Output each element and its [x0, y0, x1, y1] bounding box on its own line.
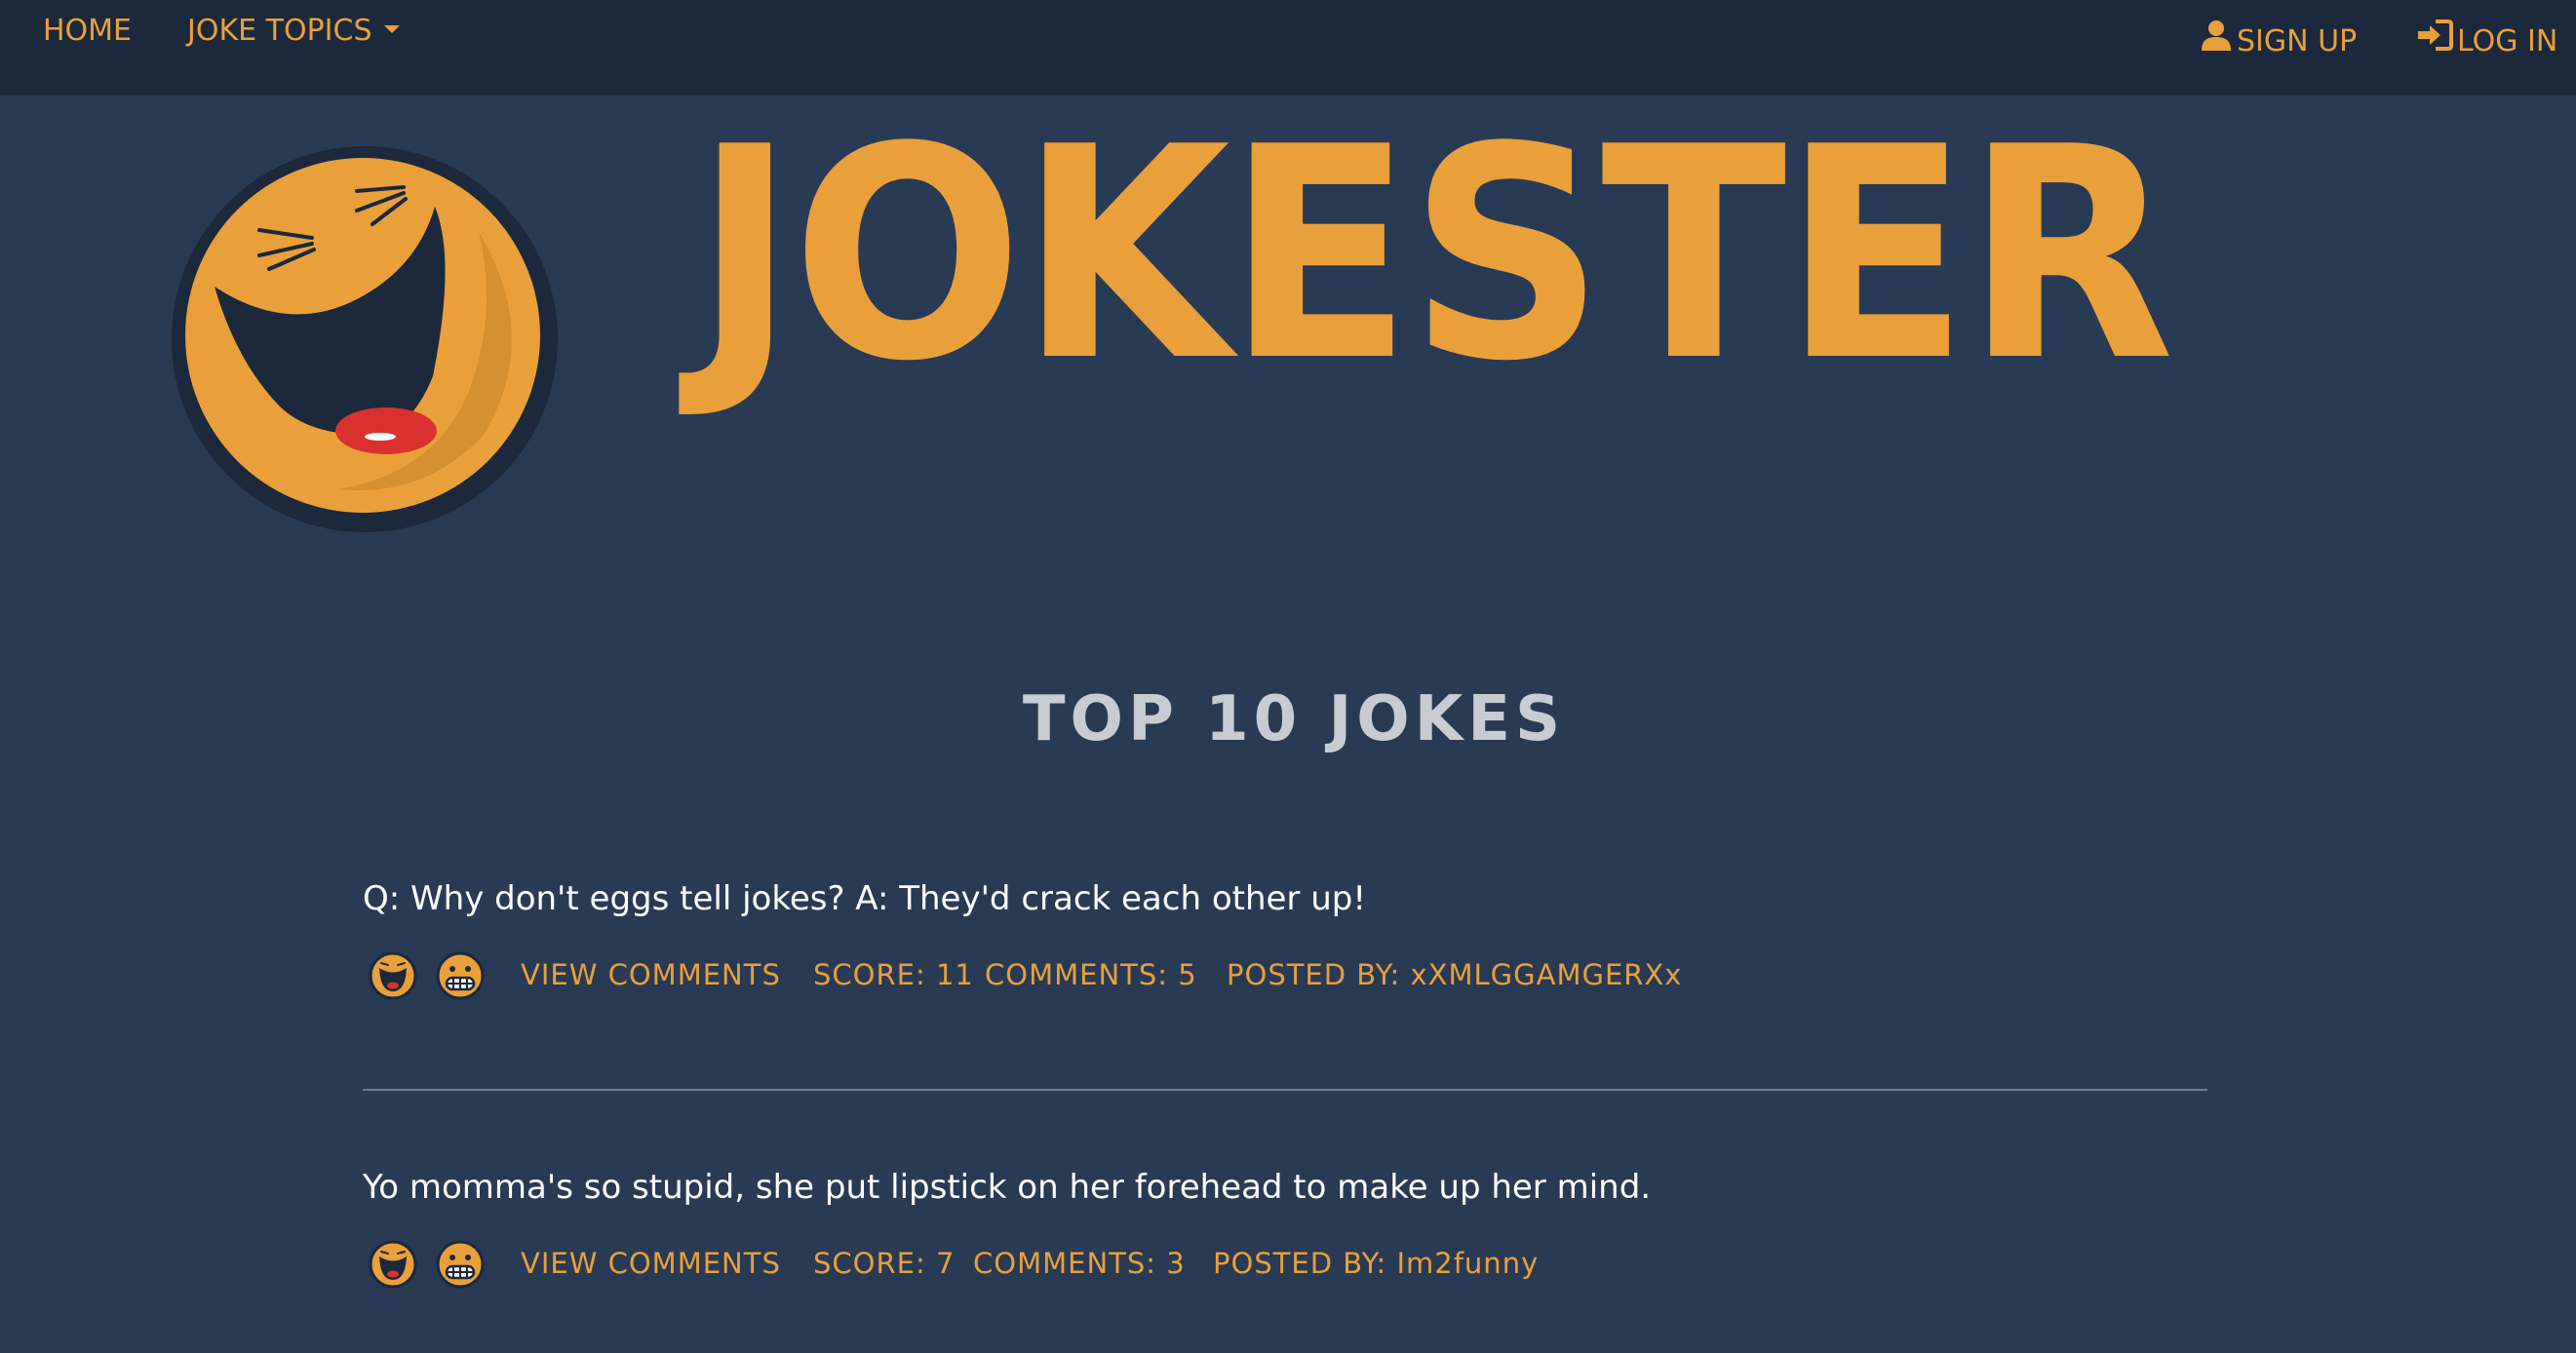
joke-text: Yo momma's so stupid, she put lipstick o… [363, 1168, 1652, 1207]
site-logo-title[interactable]: JOKESTER [694, 109, 2174, 402]
view-comments-link[interactable]: VIEW COMMENTS [521, 1246, 781, 1281]
laughing-face-logo [172, 142, 562, 536]
joke-comments-count: COMMENTS: 5 [985, 958, 1197, 991]
view-comments-link[interactable]: VIEW COMMENTS [521, 957, 781, 992]
nav-signup-label: SIGN UP [2237, 24, 2358, 58]
grimace-face-icon[interactable] [436, 1240, 485, 1289]
grimace-face-icon[interactable] [436, 951, 485, 1000]
top-navbar: HOME JOKE TOPICS SIGN UP LOG IN [0, 0, 2576, 96]
joke-item: Yo momma's so stupid, she put lipstick o… [363, 1166, 2207, 1296]
nav-login-label: LOG IN [2457, 24, 2558, 58]
joke-score: SCORE: 11 [813, 958, 974, 991]
joke-posted-by: POSTED BY: xXMLGGAMGERXx [1227, 958, 1683, 991]
joke-meta: VIEW COMMENTS SCORE: 11 COMMENTS: 5 POST… [363, 949, 2207, 1008]
joke-item: Q: Why don't eggs tell jokes? A: They'd … [363, 877, 2207, 1008]
joke-score: SCORE: 7 [813, 1247, 956, 1280]
nav-joke-topics-label: JOKE TOPICS [187, 14, 372, 48]
laughing-face-icon[interactable] [369, 951, 417, 1000]
joke-meta: VIEW COMMENTS SCORE: 7 COMMENTS: 3 POSTE… [363, 1238, 2207, 1296]
caret-down-icon [383, 24, 400, 33]
login-icon [2416, 19, 2453, 60]
nav-home-link[interactable]: HOME [43, 14, 132, 49]
nav-joke-topics-dropdown[interactable]: JOKE TOPICS [187, 14, 400, 49]
joke-text: Q: Why don't eggs tell jokes? A: They'd … [363, 879, 1366, 918]
section-title: TOP 10 JOKES [1022, 682, 1566, 755]
user-icon [2200, 19, 2233, 60]
laughing-face-icon[interactable] [369, 1240, 417, 1289]
joke-comments-count: COMMENTS: 3 [973, 1247, 1186, 1280]
joke-divider [363, 1089, 2207, 1091]
nav-signup-link[interactable]: SIGN UP [2200, 19, 2358, 63]
joke-posted-by: POSTED BY: Im2funny [1213, 1247, 1540, 1280]
nav-login-link[interactable]: LOG IN [2416, 19, 2558, 63]
